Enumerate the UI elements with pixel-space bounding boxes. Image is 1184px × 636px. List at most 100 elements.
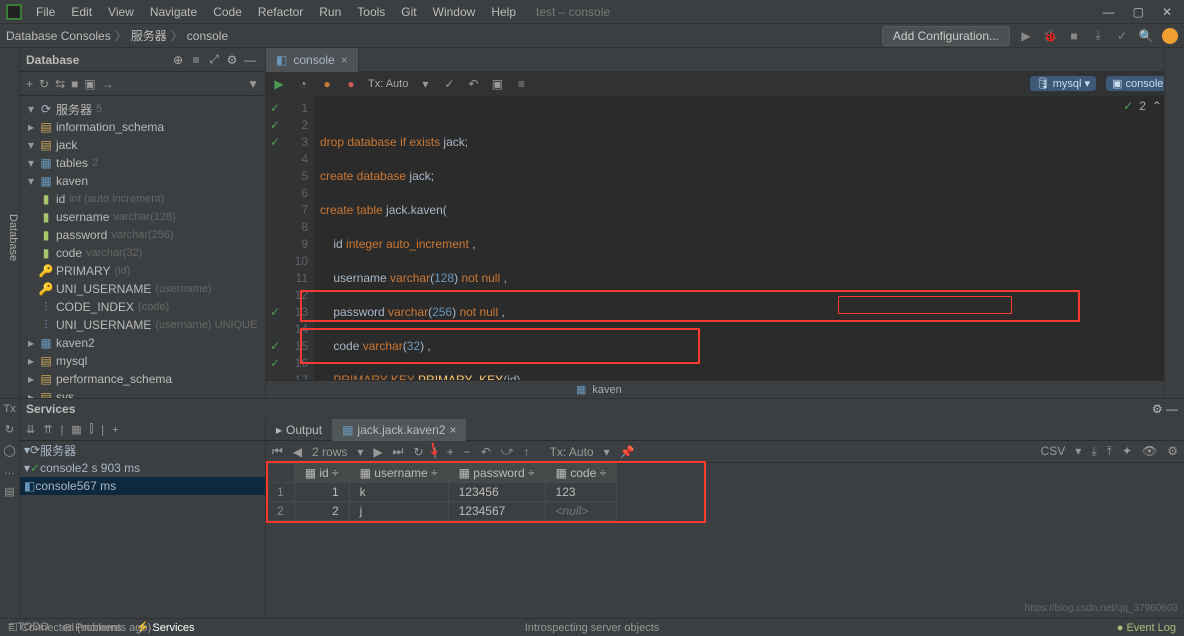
services-tree[interactable]: ▾⟳服务器 ▾✓console2 s 903 ms ◧console567 ms: [20, 441, 265, 495]
close-tab-icon[interactable]: ×: [341, 53, 348, 67]
commit-icon[interactable]: ⤻: [501, 444, 514, 459]
execute-icon[interactable]: ▶: [272, 77, 286, 91]
prev-icon[interactable]: ◀: [293, 445, 302, 459]
view-icon[interactable]: ✦: [1122, 444, 1132, 459]
eye-icon[interactable]: 👁: [1142, 444, 1157, 459]
editor-area: ◧console× ▶ ◔ ● ● Tx: Auto▾ ✓ ↶ ▣ ≡ 🛢 my…: [266, 48, 1184, 398]
hide-icon[interactable]: —: [241, 53, 259, 67]
right-tool-rail[interactable]: [1164, 48, 1184, 398]
maximize-icon[interactable]: ▢: [1133, 5, 1144, 19]
tab-result-table[interactable]: ▦jack.jack.kaven2×: [332, 419, 466, 441]
group-icon[interactable]: ▦: [71, 423, 81, 436]
expand-all-icon[interactable]: ⇊: [26, 423, 35, 436]
record-icon[interactable]: ●: [344, 77, 358, 91]
add-icon[interactable]: +: [26, 77, 33, 91]
first-icon[interactable]: ⏮: [272, 444, 283, 459]
result-grid[interactable]: ➘ ▦ id ÷ ▦ username ÷ ▦ password ÷ ▦ cod…: [266, 463, 1184, 521]
services-left-rail: Tx ↻ ◯ … ▤: [0, 399, 20, 618]
left-tool-rail[interactable]: Database: [0, 48, 20, 398]
event-log[interactable]: ● Event Log: [1117, 622, 1176, 634]
rerun-icon[interactable]: ↻: [5, 423, 14, 436]
tx-mode[interactable]: Tx: Auto: [368, 78, 408, 90]
table-row[interactable]: 1 1 k 123456 123: [267, 483, 617, 502]
cancel-icon[interactable]: ▣: [490, 77, 504, 91]
menu-git[interactable]: Git: [393, 5, 424, 19]
revert-icon[interactable]: ↶: [481, 445, 491, 459]
git-commit-icon[interactable]: ✓: [1114, 29, 1130, 43]
debug-icon[interactable]: 🐞: [1042, 29, 1058, 43]
sync-icon[interactable]: ⇆: [55, 77, 65, 91]
up-icon[interactable]: ↑: [524, 445, 530, 459]
menu-code[interactable]: Code: [205, 5, 250, 19]
menu-tools[interactable]: Tools: [349, 5, 393, 19]
breadcrumb[interactable]: Database Consoles〉服务器〉console: [6, 27, 228, 44]
download-icon[interactable]: ⤓: [1091, 444, 1096, 459]
menu-window[interactable]: Window: [425, 5, 484, 19]
menu-edit[interactable]: Edit: [63, 5, 100, 19]
function-breadcrumb: ▦kaven: [266, 380, 1184, 398]
gear-icon[interactable]: ⚙: [1152, 402, 1163, 416]
menu-navigate[interactable]: Navigate: [142, 5, 205, 19]
last-icon[interactable]: ⏭: [393, 444, 404, 459]
gutter: ✓1✓2✓3456789101112✓1314✓15✓1617: [266, 96, 314, 380]
filter-icon[interactable]: ▼: [247, 77, 259, 91]
stop-icon[interactable]: ■: [71, 77, 78, 91]
add-configuration-button[interactable]: Add Configuration...: [882, 26, 1010, 46]
remove-row-icon[interactable]: −: [464, 445, 471, 459]
dialect-pill[interactable]: 🛢 mysql ▾: [1030, 76, 1096, 91]
stop-icon[interactable]: ◯: [3, 444, 15, 457]
tx-icon[interactable]: Tx: [3, 403, 15, 415]
collapse-all-icon[interactable]: ⇈: [43, 423, 52, 436]
app-logo-icon: [6, 4, 22, 20]
search-icon[interactable]: 🔍: [1138, 29, 1154, 43]
next-icon[interactable]: ▶: [373, 445, 382, 459]
run-icon[interactable]: ▶: [1018, 29, 1034, 43]
tab-console[interactable]: ◧console×: [266, 48, 359, 72]
rows-label[interactable]: 2 rows: [312, 445, 347, 459]
list-icon[interactable]: ≡: [187, 53, 205, 67]
close-tab-icon[interactable]: ×: [449, 423, 456, 437]
services-panel: Tx ↻ ◯ … ▤ Services⚙ — ⇊ ⇈ | ▦ ⫿ | + ▾⟳服…: [0, 398, 1184, 618]
code-editor[interactable]: ✓1✓2✓3456789101112✓1314✓15✓1617 ✓2⌃⌄ dro…: [266, 96, 1184, 380]
explain-icon[interactable]: ●: [320, 77, 334, 91]
layout-icon[interactable]: ▤: [4, 485, 14, 498]
layout-icon[interactable]: ⫿: [90, 423, 94, 436]
table-row[interactable]: 2 2 j 1234567 <null>: [267, 502, 617, 521]
hide-icon[interactable]: —: [1166, 402, 1178, 416]
expand-icon[interactable]: ⤢: [205, 52, 223, 67]
pin-icon[interactable]: 📌: [620, 445, 635, 459]
close-icon[interactable]: ✕: [1162, 5, 1172, 19]
upload-icon[interactable]: ⤒: [1107, 444, 1112, 459]
stop-icon[interactable]: ■: [1066, 29, 1082, 43]
rollback-icon[interactable]: ↶: [466, 77, 480, 91]
go-icon[interactable]: →: [102, 77, 114, 91]
more-icon[interactable]: …: [4, 465, 15, 477]
minimize-icon[interactable]: —: [1103, 5, 1115, 19]
avatar-icon[interactable]: [1162, 28, 1178, 44]
editor-tabs: ◧console×: [266, 48, 1184, 72]
csv-label[interactable]: CSV: [1041, 444, 1066, 459]
menu-refactor[interactable]: Refactor: [250, 5, 311, 19]
gear-icon[interactable]: ⚙: [1167, 444, 1178, 459]
menu-file[interactable]: File: [28, 5, 63, 19]
database-toolbar: + ↻ ⇆ ■ ▣ → ▼: [20, 72, 265, 96]
menu-run[interactable]: Run: [311, 5, 349, 19]
commit-icon[interactable]: ✓: [442, 77, 456, 91]
git-update-icon[interactable]: ⤓: [1090, 28, 1106, 43]
wrap-icon[interactable]: ≡: [514, 77, 528, 91]
add-row-icon[interactable]: +: [447, 445, 454, 459]
menu-view[interactable]: View: [100, 5, 142, 19]
tab-output[interactable]: ▸Output: [266, 419, 332, 441]
database-panel-title: Database: [26, 53, 169, 67]
database-tree[interactable]: ▾⟳服务器5 ▸▤information_schema ▾▤jack ▾▦tab…: [20, 96, 265, 398]
services-title: Services: [26, 402, 1152, 416]
editor-toolbar: ▶ ◔ ● ● Tx: Auto▾ ✓ ↶ ▣ ≡ 🛢 mysql ▾ ▣ co…: [266, 72, 1184, 96]
tx-label[interactable]: Tx: Auto: [550, 445, 594, 459]
refresh-icon[interactable]: ↻: [39, 77, 49, 91]
timer-icon[interactable]: ◔: [296, 77, 310, 91]
target-icon[interactable]: ⊕: [169, 53, 187, 67]
add-icon[interactable]: +: [112, 424, 118, 436]
menu-help[interactable]: Help: [483, 5, 524, 19]
gear-icon[interactable]: ⚙: [223, 53, 241, 67]
jump-icon[interactable]: ▣: [84, 77, 95, 91]
